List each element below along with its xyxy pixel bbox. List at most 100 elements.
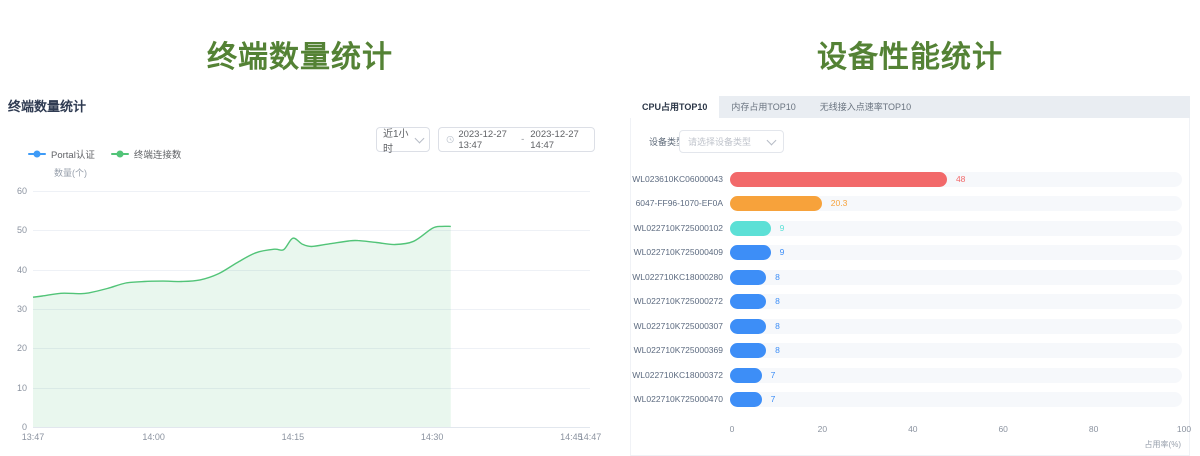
- line-chart-plot: 010203040506013:4714:0014:1514:3014:4514…: [33, 191, 590, 427]
- y-tick-label: 20: [3, 343, 27, 353]
- bar-row: WL022710K725000369 8: [631, 343, 1191, 358]
- device-name-label: WL023610KC06000043: [631, 172, 723, 187]
- bar-track: [730, 196, 1182, 211]
- bar-track: [730, 221, 1182, 236]
- bar-fill: [730, 392, 762, 407]
- device-name-label: WL022710KC18000280: [631, 270, 723, 285]
- legend-label: 终端连接数: [134, 147, 182, 161]
- chevron-down-icon: [767, 135, 777, 145]
- device-name-label: WL022710K725000272: [631, 294, 723, 309]
- bar-row: WL022710K725000272 8: [631, 294, 1191, 309]
- x-axis-title: 占用率(%): [1145, 439, 1181, 450]
- y-tick-label: 0: [3, 422, 27, 432]
- gridline: [33, 427, 590, 428]
- line-chart-legend: Portal认证 终端连接数: [28, 147, 181, 161]
- legend-portal-auth[interactable]: Portal认证: [28, 147, 95, 161]
- x-tick-label: 40: [908, 424, 917, 434]
- left-card-title: 终端数量统计: [8, 96, 86, 115]
- device-type-select[interactable]: 请选择设备类型: [679, 130, 784, 153]
- date-range-start: 2023-12-27 13:47: [458, 129, 515, 151]
- left-section-title: 终端数量统计: [0, 32, 600, 76]
- legend-line-dot-icon: [111, 153, 129, 155]
- date-range-separator: -: [519, 134, 526, 145]
- right-section-title: 设备性能统计: [630, 32, 1190, 76]
- bar-row: WL022710K725000307 8: [631, 319, 1191, 334]
- bar-fill: [730, 343, 766, 358]
- bar-fill: [730, 270, 766, 285]
- bar-track: [730, 319, 1182, 334]
- device-name-label: WL022710K725000470: [631, 392, 723, 407]
- date-range-picker[interactable]: 2023-12-27 13:47 - 2023-12-27 14:47: [438, 127, 595, 152]
- clock-icon: [446, 134, 454, 145]
- x-tick-label: 100: [1177, 424, 1191, 434]
- y-tick-label: 60: [3, 186, 27, 196]
- bar-value-label: 8: [775, 319, 780, 334]
- device-name-label: WL022710K725000307: [631, 319, 723, 334]
- legend-line-dot-icon: [28, 153, 46, 155]
- y-tick-label: 40: [3, 265, 27, 275]
- bar-track: [730, 245, 1182, 260]
- device-name-label: WL022710KC18000372: [631, 368, 723, 383]
- bar-value-label: 7: [771, 368, 776, 383]
- time-range-value: 近1小时: [383, 125, 416, 155]
- time-range-select[interactable]: 近1小时: [376, 127, 430, 152]
- bar-fill: [730, 196, 822, 211]
- bar-value-label: 9: [780, 245, 785, 260]
- x-tick-label: 14:47: [579, 432, 602, 442]
- x-tick-label: 14:15: [282, 432, 305, 442]
- bar-fill: [730, 319, 766, 334]
- y-tick-label: 50: [3, 225, 27, 235]
- x-tick-label: 13:47: [22, 432, 45, 442]
- performance-tabbar: CPU占用TOP10内存占用TOP10无线接入点速率TOP10: [630, 96, 1190, 118]
- bar-track: [730, 270, 1182, 285]
- bar-row: WL022710KC18000372 7: [631, 368, 1191, 383]
- legend-label: Portal认证: [51, 147, 95, 161]
- bar-row: WL022710K725000102 9: [631, 221, 1191, 236]
- dashboard: 终端数量统计 终端数量统计 近1小时 2023-12-27 13:47 - 20…: [0, 0, 1200, 456]
- bar-track: [730, 368, 1182, 383]
- tab-cpu-top10[interactable]: CPU占用TOP10: [630, 96, 719, 118]
- tab-wireless-ap-rate-top10[interactable]: 无线接入点速率TOP10: [808, 96, 923, 118]
- legend-terminal-connections[interactable]: 终端连接数: [111, 147, 182, 161]
- x-tick-label: 14:30: [421, 432, 444, 442]
- x-tick-label: 80: [1089, 424, 1098, 434]
- bar-row: WL022710KC18000280 8: [631, 270, 1191, 285]
- bar-fill: [730, 245, 771, 260]
- y-axis-title: 数量(个): [54, 166, 87, 179]
- bar-value-label: 8: [775, 294, 780, 309]
- bar-value-label: 7: [771, 392, 776, 407]
- x-tick-label: 14:00: [142, 432, 165, 442]
- performance-card: 设备类型 请选择设备类型 WL023610KC06000043486047-FF…: [630, 118, 1190, 456]
- bar-row: WL022710K725000470 7: [631, 392, 1191, 407]
- tab-memory-top10[interactable]: 内存占用TOP10: [719, 96, 807, 118]
- bar-fill: [730, 221, 771, 236]
- bar-value-label: 9: [780, 221, 785, 236]
- bar-value-label: 48: [956, 172, 965, 187]
- bar-fill: [730, 368, 762, 383]
- date-range-end: 2023-12-27 14:47: [530, 129, 587, 151]
- area-fill: [33, 226, 451, 427]
- chevron-down-icon: [415, 133, 425, 143]
- device-name-label: WL022710K725000409: [631, 245, 723, 260]
- device-name-label: WL022710K725000102: [631, 221, 723, 236]
- bar-fill: [730, 294, 766, 309]
- terminal-connections-series: [33, 191, 590, 427]
- device-name-label: WL022710K725000369: [631, 343, 723, 358]
- bar-value-label: 8: [775, 270, 780, 285]
- device-type-placeholder: 请选择设备类型: [688, 135, 751, 148]
- bar-fill: [730, 172, 947, 187]
- x-tick-label: 60: [998, 424, 1007, 434]
- bar-row: 6047-FF96-1070-EF0A 20.3: [631, 196, 1191, 211]
- x-tick-label: 20: [818, 424, 827, 434]
- bar-row: WL023610KC06000043 48: [631, 172, 1191, 187]
- bar-track: [730, 343, 1182, 358]
- y-tick-label: 30: [3, 304, 27, 314]
- x-tick-label: 0: [730, 424, 735, 434]
- bar-value-label: 8: [775, 343, 780, 358]
- bar-row: WL022710K725000409 9: [631, 245, 1191, 260]
- y-tick-label: 10: [3, 383, 27, 393]
- device-name-label: 6047-FF96-1070-EF0A: [631, 196, 723, 211]
- bar-value-label: 20.3: [831, 196, 848, 211]
- bar-track: [730, 294, 1182, 309]
- bar-track: [730, 392, 1182, 407]
